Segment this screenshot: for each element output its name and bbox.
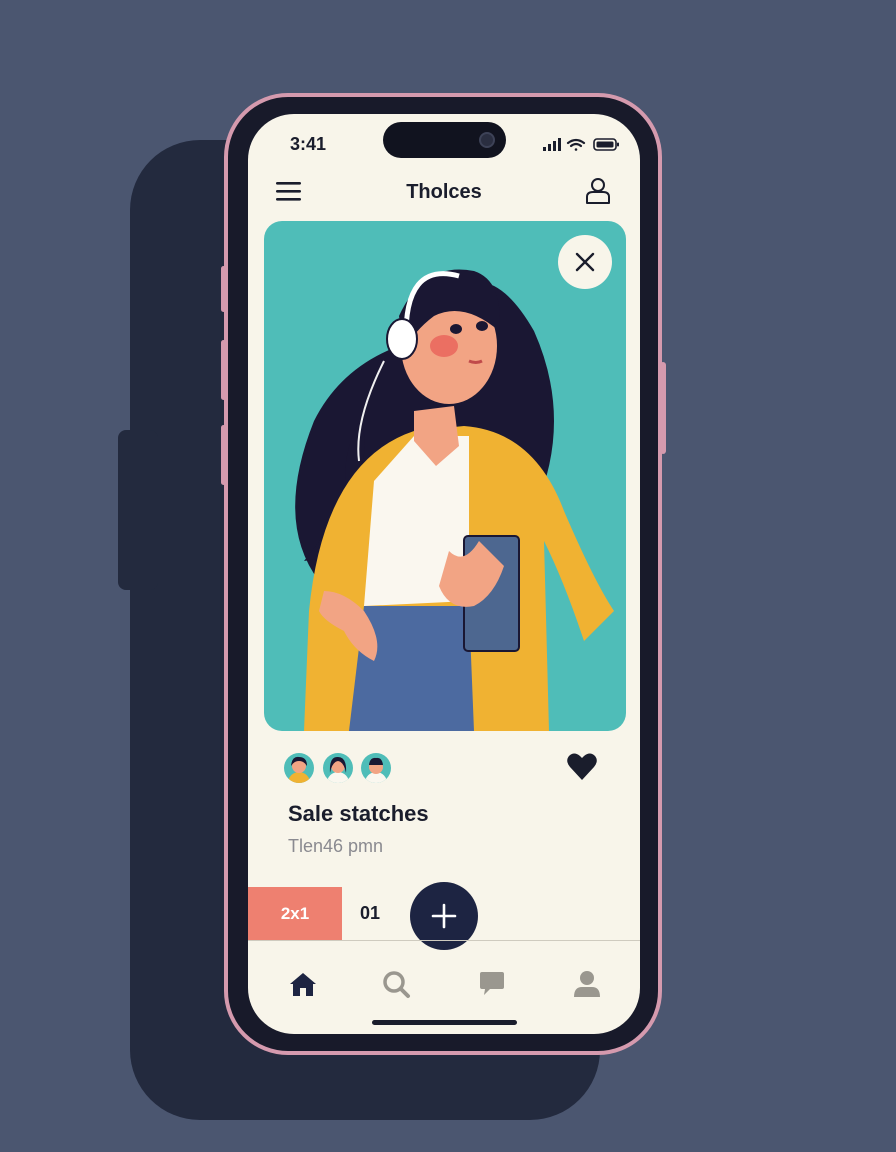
power-button [660, 362, 666, 454]
item-heading: Sale statches [288, 801, 429, 826]
status-time: 3:41 [290, 134, 327, 154]
tab-home[interactable] [283, 964, 323, 1004]
search-icon [383, 971, 410, 998]
avatar-image [327, 756, 349, 783]
battery-icon [593, 138, 619, 151]
plus-icon [431, 903, 457, 929]
item-count: 01 [360, 903, 381, 923]
avatar[interactable] [284, 753, 314, 783]
close-icon [575, 252, 595, 272]
volume-down-button [221, 340, 226, 400]
avatar[interactable] [323, 753, 353, 783]
profile-card[interactable] [264, 221, 626, 731]
camera-icon [479, 132, 495, 148]
home-indicator [372, 1020, 517, 1025]
phone-screen: 3:41 Tholces Sale statches Tlen46 pmn 2x… [248, 114, 640, 1034]
home-icon [290, 973, 316, 996]
status-icons [543, 138, 619, 151]
chat-icon [480, 972, 504, 995]
profile-icon [574, 971, 600, 997]
avatar-image [365, 757, 387, 783]
mute-button [221, 425, 226, 485]
page-title: Tholces [406, 181, 482, 203]
tab-messages[interactable] [472, 964, 512, 1004]
item-subtext: Tlen46 pmn [288, 836, 384, 856]
wifi-icon [566, 138, 586, 151]
avatar[interactable] [361, 753, 391, 783]
heart-icon[interactable] [566, 752, 598, 782]
close-button[interactable] [558, 235, 612, 289]
dynamic-island [383, 122, 506, 158]
offer-badge[interactable]: 2x1 [248, 887, 342, 941]
illustration-woman [295, 269, 614, 731]
volume-up-button [221, 266, 226, 312]
phone-shadow-side [118, 430, 158, 590]
tab-profile[interactable] [567, 964, 607, 1004]
avatar-image [288, 756, 310, 783]
user-icon[interactable] [585, 177, 611, 205]
tab-search[interactable] [376, 964, 416, 1004]
signal-icon [543, 138, 561, 151]
divider [248, 940, 640, 941]
